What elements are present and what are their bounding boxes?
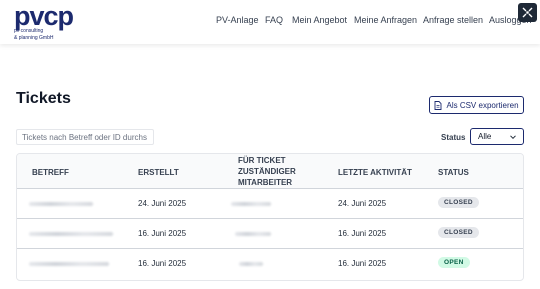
logo-subtext-2: & planning GmbH [14,34,54,41]
system-overlay-button[interactable] [518,3,537,22]
page-title: Tickets [16,90,71,107]
created-date: 24. Juni 2025 [138,199,187,208]
table-row[interactable]: 24. Juni 2025 24. Juni 2025 CLOSED [17,189,523,219]
column-header-subject[interactable]: Betreff [32,167,69,178]
document-icon [435,100,442,110]
column-header-status[interactable]: Status [438,167,469,178]
redacted-assignee [231,202,271,206]
export-csv-button[interactable]: Als CSV exportieren [429,96,524,114]
status-filter-label: Status [441,133,466,142]
status-badge: CLOSED [438,227,479,238]
nav-link-faq[interactable]: FAQ [265,15,283,25]
created-date: 16. Juni 2025 [138,259,187,268]
column-header-last-activity[interactable]: Letzte Aktivität [338,167,412,178]
nav-link-mein-angebot[interactable]: Mein Angebot [292,15,347,25]
redacted-assignee [235,232,271,236]
column-header-created[interactable]: Erstellt [138,167,179,178]
tickets-table: Betreff Erstellt Für Ticket zuständiger … [16,153,524,281]
export-csv-label: Als CSV exportieren [446,100,519,110]
logo-wordmark: pvcp [14,1,74,31]
redacted-subject [29,232,113,236]
last-activity-date: 16. Juni 2025 [338,229,387,238]
table-row[interactable]: 16. Juni 2025 16. Juni 2025 CLOSED [17,219,523,249]
created-date: 16. Juni 2025 [138,229,187,238]
status-filter-select[interactable]: Alle [470,128,524,145]
redacted-subject [29,262,109,266]
nav-link-anfrage-stellen[interactable]: Anfrage stellen [423,15,483,25]
column-header-assignee[interactable]: Für Ticket zuständiger Mitarbeiter [238,155,308,188]
status-filter-value: Alle [478,132,492,141]
chevron-down-icon [510,135,516,140]
company-logo[interactable]: pvcp pv consulting & planning GmbH [14,1,84,41]
ticket-search-input[interactable] [16,129,154,145]
last-activity-date: 24. Juni 2025 [338,199,387,208]
top-header: pvcp pv consulting & planning GmbH PV-An… [0,0,540,44]
status-badge: OPEN [438,257,470,268]
table-row[interactable]: 16. Juni 2025 16. Juni 2025 OPEN [17,249,523,279]
nav-link-pv-anlage[interactable]: PV-Anlage [216,15,259,25]
last-activity-date: 16. Juni 2025 [338,259,387,268]
redacted-assignee [239,262,263,266]
crosshair-icon [522,7,533,18]
status-badge: CLOSED [438,197,479,208]
nav-link-meine-anfragen[interactable]: Meine Anfragen [354,15,417,25]
redacted-subject [29,202,93,206]
table-header: Betreff Erstellt Für Ticket zuständiger … [17,154,523,189]
